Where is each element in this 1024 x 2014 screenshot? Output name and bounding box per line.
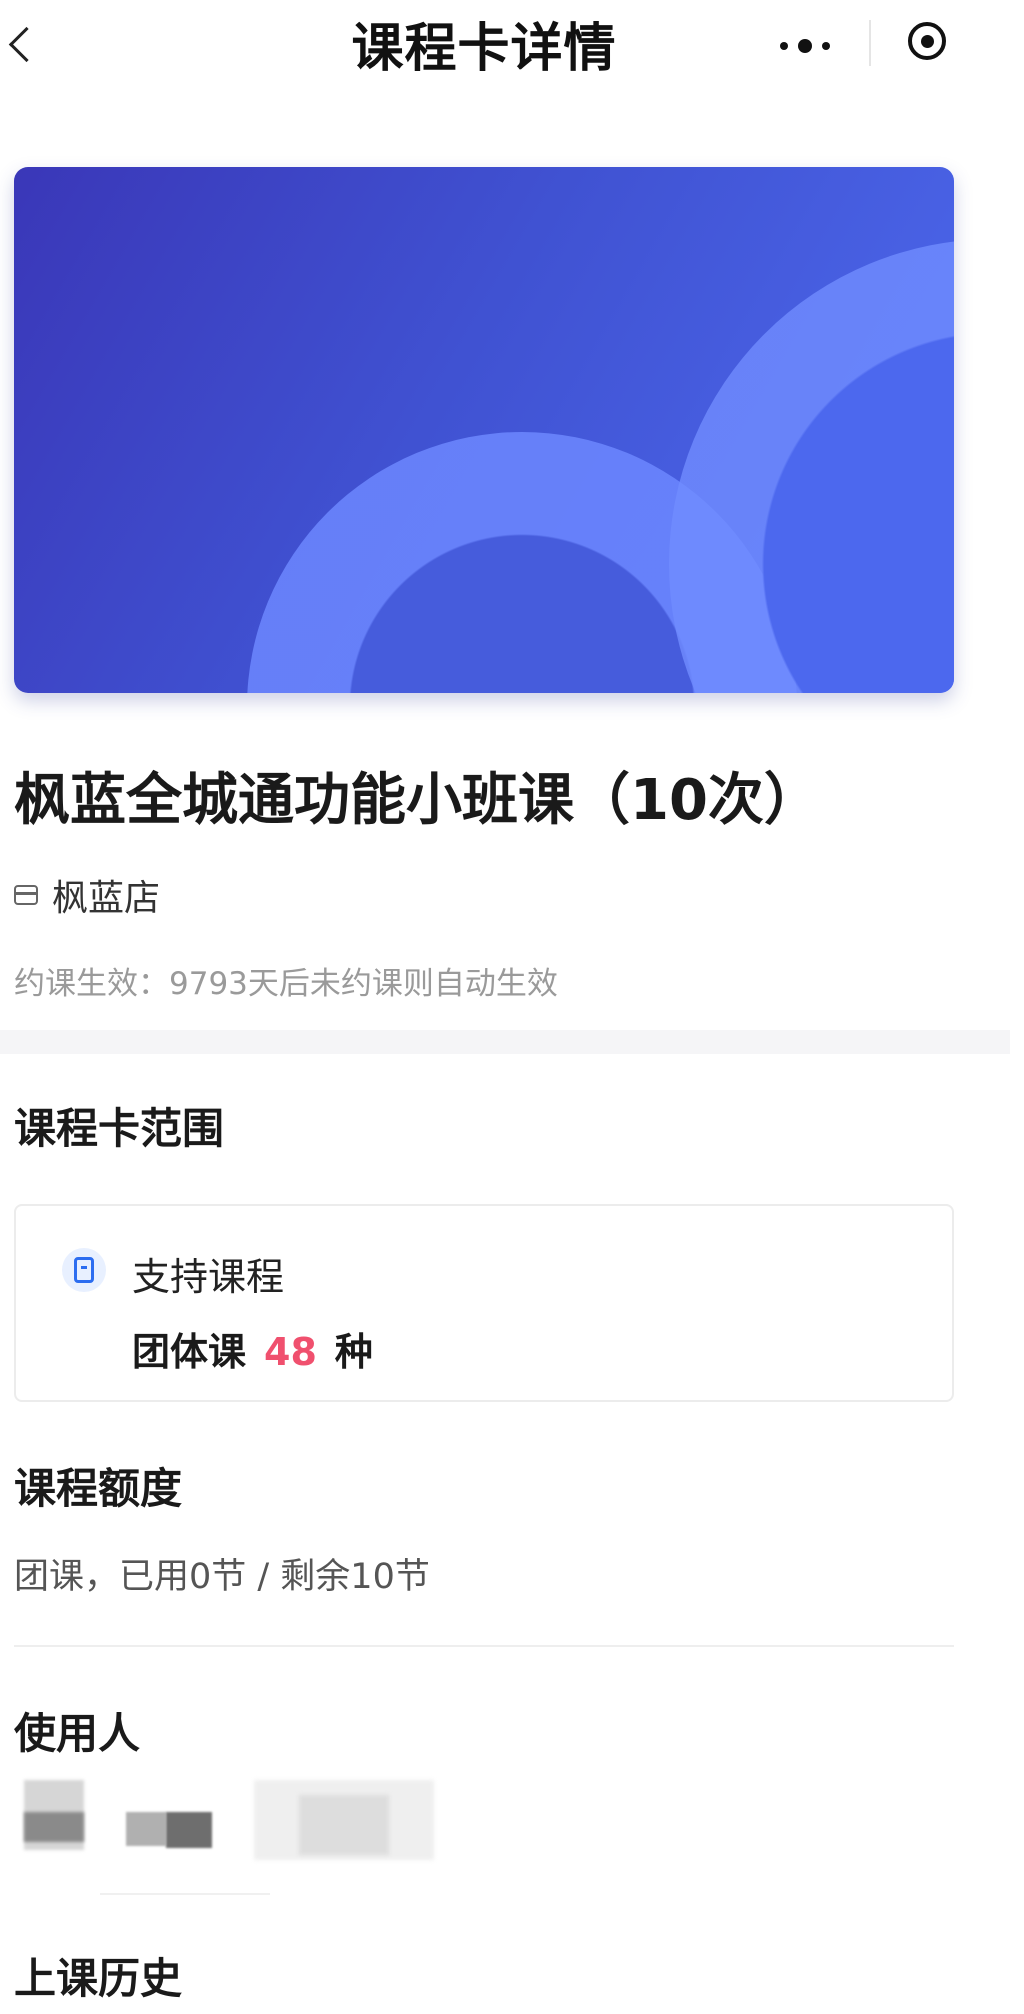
back-chevron-icon[interactable]: [0, 0, 60, 100]
support-courses-summary: 团体课 48 种: [132, 1321, 373, 1376]
quota-divider: [14, 1645, 954, 1647]
course-count-unit: 种: [334, 1330, 373, 1374]
target-icon[interactable]: [908, 22, 946, 60]
user-avatar-blurred: [14, 1740, 434, 1870]
page-title: 课程卡详情: [351, 19, 617, 79]
scope-card: 支持课程 团体课 48 种: [14, 1204, 954, 1402]
quota-heading: 课程额度: [14, 1464, 183, 1513]
banner-ring-decoration: [669, 239, 954, 693]
support-courses-label: 支持课程: [132, 1255, 285, 1299]
capsule-divider: [869, 20, 871, 66]
users-divider: [100, 1893, 270, 1895]
booking-note: 约课生效：9793天后未约课则自动生效: [14, 966, 558, 1002]
course-icon-badge: [62, 1248, 106, 1292]
scope-heading: 课程卡范围: [14, 1104, 225, 1153]
course-count: 48: [264, 1330, 317, 1374]
store-row: 枫蓝店: [14, 873, 160, 919]
store-icon: [14, 885, 38, 905]
course-icon: [74, 1257, 94, 1283]
history-heading: 上课历史: [14, 1954, 183, 2003]
store-name: 枫蓝店: [52, 878, 161, 919]
course-card-banner: [14, 167, 954, 693]
quota-text: 团课，已用0节 / 剩余10节: [14, 1557, 430, 1597]
course-card-title: 枫蓝全城通功能小班课（10次）: [14, 768, 820, 833]
course-type: 团体课: [132, 1330, 247, 1374]
section-divider: [0, 1030, 1010, 1054]
more-dots-icon[interactable]: [770, 30, 840, 62]
